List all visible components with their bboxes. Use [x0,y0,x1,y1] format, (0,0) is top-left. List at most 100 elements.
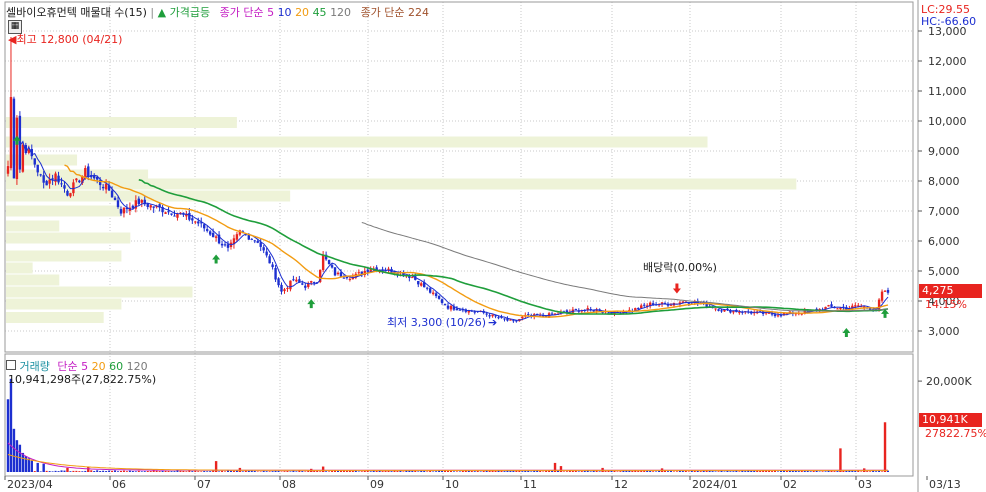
volume-bar [48,471,51,472]
candle-body [607,312,610,314]
x-tick-label: 11 [523,478,537,491]
candle-body [18,115,22,170]
last-change-pct: 14.15% [925,298,967,311]
candle-body [75,178,78,181]
candle-body [880,291,884,301]
candle-body [170,213,173,215]
volume-bar [328,471,331,472]
volume-bar [316,470,319,472]
volume-bar [631,470,634,472]
candle-body [167,211,170,213]
candle-body [669,304,673,306]
candle-body [550,313,554,315]
candle-body [152,206,155,208]
candle-body [336,272,340,275]
y-tick-label: 5,000 [928,265,960,278]
volume-bar [447,470,449,472]
volume-bar [726,470,729,472]
volume-bar [655,471,658,472]
volume-bar [684,470,687,472]
volume-bar [530,471,533,472]
legend-ma10: 10 [277,6,292,19]
candle-body [205,229,209,231]
candle-body [313,282,316,284]
candle-body [42,175,45,183]
candle-body [720,310,723,312]
candle-body [262,247,265,251]
volume-bar [218,471,221,472]
candle-body [140,200,143,203]
volume-bar [277,470,280,472]
volume-bar [119,470,122,472]
candle-body [110,190,114,198]
candle-body [434,293,438,297]
volume-spike-bar [559,466,563,472]
candle-body [295,279,298,282]
candle-body [854,305,857,307]
candle-body [304,285,307,288]
low-annotation: 최저 3,300 (10/26) ➔ [387,316,498,329]
volume-bar [571,470,574,472]
volume-bar [108,470,111,472]
volume-bar [134,471,137,472]
volume-bar [396,471,399,472]
candle-body [574,308,578,310]
volume-bar [675,471,678,472]
candle-body [839,307,842,310]
candle-body [39,174,42,176]
volume-bar [128,470,131,472]
volume-bar [337,470,339,472]
volume-bar [503,471,506,472]
volume-bar [182,470,185,472]
volume-bar [179,470,182,472]
volume-bar [143,471,146,472]
volume-bar [414,470,417,472]
profile-bar [6,190,291,202]
candle-body [512,320,515,322]
volume-bar [779,470,782,472]
volume-bar [363,471,366,472]
volume-bar [738,471,741,472]
candle-body [116,200,120,208]
volume-bar [331,470,334,472]
volume-bar [649,470,652,472]
volume-spike-bar [21,452,25,472]
volume-bar [836,471,839,472]
volume-bar [878,470,881,472]
candle-body [473,311,476,313]
candle-body [830,304,833,307]
candle-body [342,277,346,279]
volume-bar [803,470,806,472]
volume-bar [797,471,800,472]
candle-body [63,185,66,189]
volume-bar [794,470,797,472]
hc-value: HC:-66.60 [921,15,977,28]
legend-ma20: 20 [295,6,310,19]
volume-bar [111,470,114,472]
volume-spike-bar [27,458,31,472]
candle-body [437,295,441,299]
candle-body [277,278,280,286]
volume-bar [140,471,143,472]
volume-bar [75,470,78,472]
candle-body [455,308,459,311]
volume-bar [173,471,176,472]
candle-body [449,305,453,310]
candle-body [292,279,295,281]
volume-bar [262,470,265,472]
volume-bar [521,471,524,472]
volume-bar [732,471,735,472]
legend-close-ma: 종가 단순 [219,6,264,19]
volume-bar [402,471,405,472]
candle-body [113,197,117,201]
y-tick-label: 7,000 [928,205,960,218]
volume-spike-bar [36,462,39,472]
volume-bar [244,470,247,472]
profile-bar [6,274,60,286]
candle-body [164,212,167,214]
last-volume-pct: 27822.75% [925,427,986,440]
volume-bar [672,471,675,472]
x-tick-label: 2024/01 [692,478,738,491]
volume-bar [149,471,152,472]
volume-bar [729,471,732,472]
